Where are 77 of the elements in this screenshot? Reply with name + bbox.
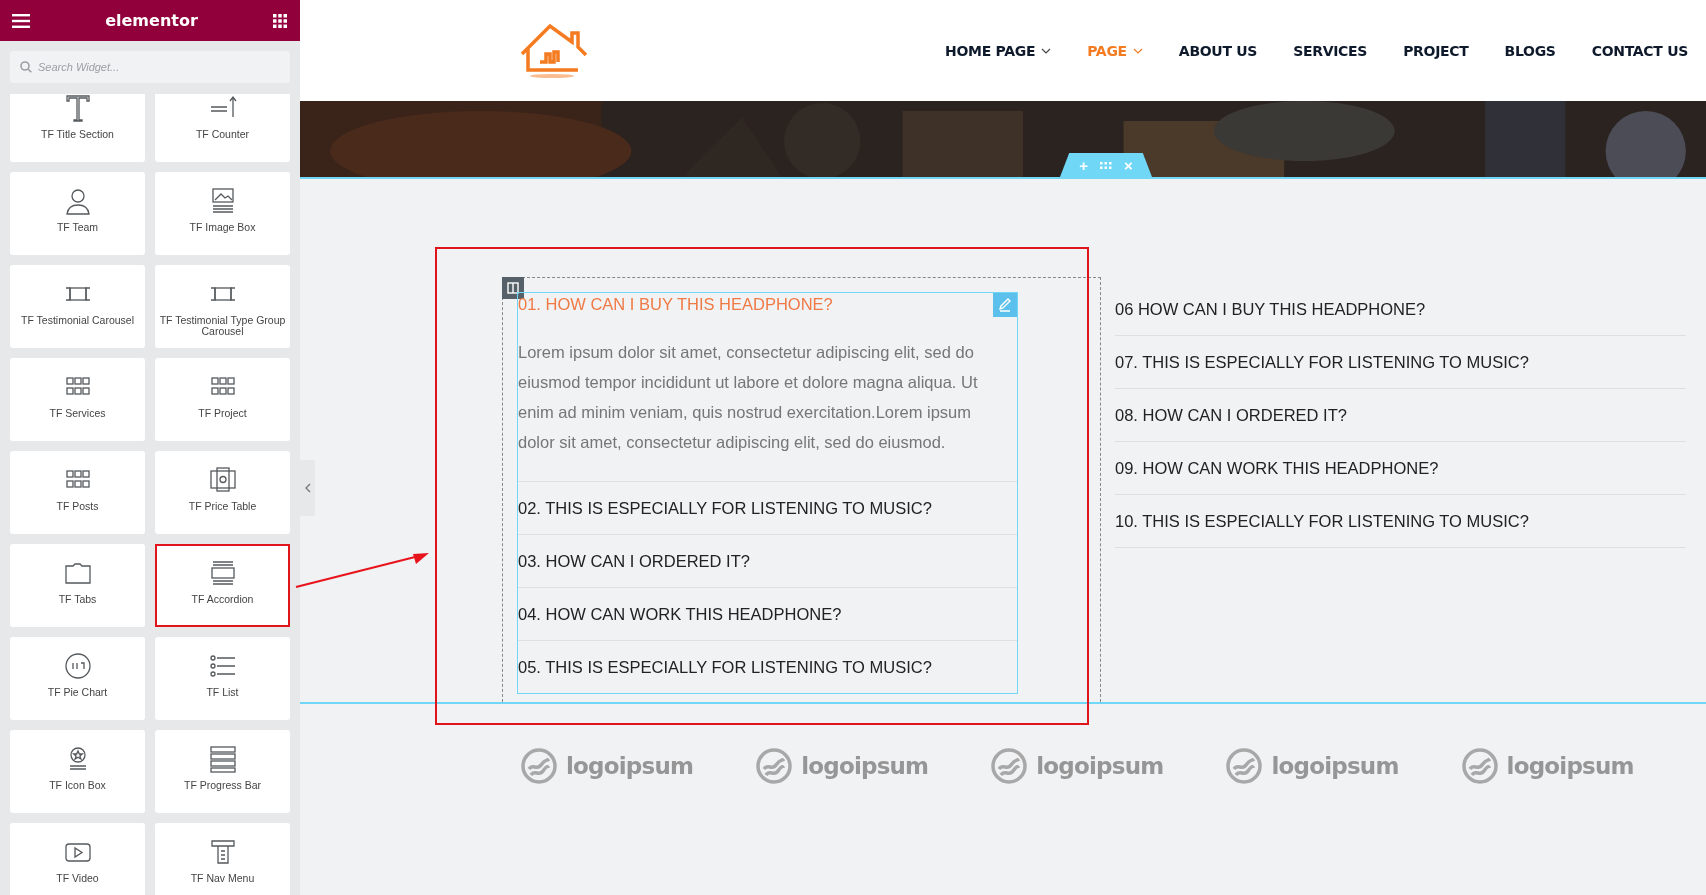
apps-grid-icon[interactable] <box>273 13 287 28</box>
nav-link[interactable]: HOME PAGE <box>945 42 1052 59</box>
accordion-title[interactable]: 07. THIS IS ESPECIALLY FOR LISTENING TO MUSIC? <box>1115 336 1529 388</box>
widget-label: TF Testimonial Carousel <box>20 315 135 326</box>
widget-card[interactable]: TF Price Table <box>155 451 290 534</box>
widget-card[interactable]: TF List <box>155 637 290 720</box>
widget-label: TF Image Box <box>188 222 257 233</box>
accordion-title[interactable]: 08. HOW CAN I ORDERED IT? <box>1115 389 1347 441</box>
widget-card[interactable]: TF Pie Chart <box>10 637 145 720</box>
widget-card[interactable]: TF Testimonial Type Group Carousel <box>155 265 290 348</box>
widget-card[interactable]: TF Icon Box <box>10 730 145 813</box>
accordion-title[interactable]: 05. THIS IS ESPECIALLY FOR LISTENING TO MUSIC? <box>518 641 932 693</box>
widget-card[interactable]: TF Title Section <box>10 94 145 162</box>
wave-circle-icon <box>990 747 1029 785</box>
nav-link[interactable]: SERVICES <box>1293 42 1368 59</box>
price-table-icon <box>207 465 238 495</box>
widget-card[interactable]: TF Posts <box>10 451 145 534</box>
accordion-body: Lorem ipsum dolor sit amet, consectetur adipiscing elit, sed do eiusmod tempor incididunt ut labore et dolore magna aliqua. Ut enim ad minim veniam, quis nostrud exercitation.Lorem ipsum dolor sit amet, consectetur adipiscing elit, sed do eiusmod. <box>518 342 979 453</box>
partner-logo-text: logoipsum <box>1036 753 1164 779</box>
widget-label: TF Counter <box>194 129 251 140</box>
widget-label: TF Testimonial Type Group Carousel <box>158 315 287 338</box>
caret-icon <box>1132 47 1143 54</box>
accordion-title[interactable]: 10. THIS IS ESPECIALLY FOR LISTENING TO MUSIC? <box>1115 495 1529 547</box>
wave-circle-icon <box>1225 747 1264 785</box>
widget-label: TF Price Table <box>187 501 258 512</box>
widget-label: TF Nav Menu <box>189 873 256 884</box>
widget-label: TF Video <box>55 873 100 884</box>
partner-logo-text: logoipsum <box>1506 753 1634 779</box>
progress-bars-icon <box>207 744 238 774</box>
drag-handle-icon[interactable] <box>1100 161 1112 169</box>
widget-card[interactable]: TF Testimonial Carousel <box>10 265 145 348</box>
search-field[interactable]: Search Widget... <box>10 51 290 83</box>
widget-card[interactable]: TF Counter <box>155 94 290 162</box>
wave-circle-icon <box>520 747 558 785</box>
widget-card[interactable]: TF Services <box>10 358 145 441</box>
pencil-icon[interactable] <box>993 293 1017 317</box>
widget-label: TF Posts <box>55 501 100 512</box>
nav-link[interactable]: ABOUT US <box>1178 42 1258 59</box>
chevron-left-icon <box>304 483 311 493</box>
brand-name: elementor <box>105 11 198 30</box>
widget-card[interactable]: TF Progress Bar <box>155 730 290 813</box>
widget-card[interactable]: TF Video <box>10 823 145 895</box>
widget-label: TF Icon Box <box>48 780 107 791</box>
widget-label: TF List <box>205 687 240 698</box>
panel-collapse-tab[interactable] <box>300 460 315 516</box>
widget-card[interactable]: TF Accordion <box>155 544 290 627</box>
widget-label: TF Progress Bar <box>183 780 262 791</box>
partner-logo-text: logoipsum <box>1271 753 1399 779</box>
widget-card[interactable]: TF Project <box>155 358 290 441</box>
accordion-title[interactable]: 03. HOW CAN I ORDERED IT? <box>518 535 750 587</box>
accordion-title[interactable]: 04. HOW CAN WORK THIS HEADPHONE? <box>518 588 842 640</box>
caret-icon <box>1041 47 1052 54</box>
widget-label: TF Title Section <box>40 129 115 140</box>
widget-label: TF Team <box>55 222 100 233</box>
widget-label: TF Accordion <box>190 594 255 605</box>
widget-card[interactable]: TF Team <box>10 172 145 255</box>
widget-card[interactable]: TF Tabs <box>10 544 145 627</box>
accordion-title[interactable]: 06 HOW CAN I BUY THIS HEADPHONE? <box>1115 283 1426 335</box>
wave-circle-icon <box>755 747 794 785</box>
widget-label: TF Services <box>48 408 107 419</box>
widget-label: TF Tabs <box>57 594 98 605</box>
widget-card[interactable]: TF Image Box <box>155 172 290 255</box>
nav-link[interactable]: CONTACT US <box>1591 42 1688 59</box>
accordion-title[interactable]: 09. HOW CAN WORK THIS HEADPHONE? <box>1115 442 1439 494</box>
column-icon[interactable] <box>502 277 524 299</box>
partner-logo-text: logoipsum <box>801 753 929 779</box>
widget-label: TF Pie Chart <box>46 687 109 698</box>
pie-counter-icon <box>62 651 93 681</box>
search-icon <box>20 61 32 73</box>
widget-label: TF Project <box>197 408 248 419</box>
menu-icon[interactable] <box>12 13 30 28</box>
widget-card[interactable]: TF Nav Menu <box>155 823 290 895</box>
accordion-title[interactable]: 02. THIS IS ESPECIALLY FOR LISTENING TO MUSIC? <box>518 482 932 534</box>
nav-link[interactable]: BLOGS <box>1504 42 1556 59</box>
partner-logo-text: logoipsum <box>566 753 694 779</box>
nav-link[interactable]: PROJECT <box>1403 42 1469 59</box>
wave-circle-icon <box>1460 747 1499 785</box>
